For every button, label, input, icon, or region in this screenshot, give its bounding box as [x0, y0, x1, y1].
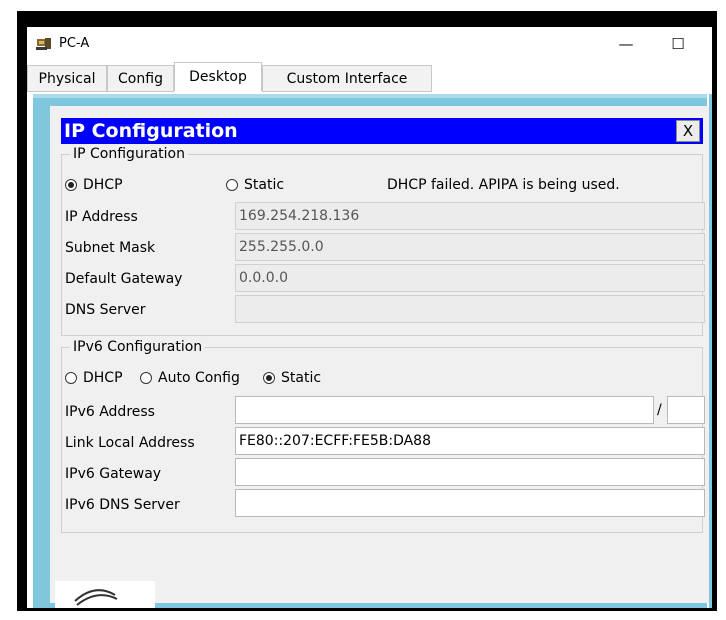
radio-selected-icon [263, 372, 275, 384]
radio-unselected-icon [65, 372, 77, 384]
pc-a-window: PC-A — ☐ Physical Config Desktop Custom … [27, 27, 712, 608]
default-gateway-label: Default Gateway [65, 271, 183, 287]
default-gateway-field[interactable]: 0.0.0.0 [235, 264, 705, 292]
tab-desktop[interactable]: Desktop [174, 62, 262, 91]
desktop-app-glyph [74, 589, 118, 606]
ipv4-static-label: Static [244, 177, 285, 193]
minimize-button[interactable]: — [612, 33, 640, 55]
ip-address-label: IP Address [65, 209, 138, 225]
ip-address-field[interactable]: 169.254.218.136 [235, 202, 705, 230]
pc-icon [36, 38, 51, 50]
ipv6-address-label: IPv6 Address [65, 404, 155, 420]
ipv4-dhcp-radio[interactable]: DHCP [65, 177, 123, 193]
dhcp-status-text: DHCP failed. APIPA is being used. [387, 177, 620, 193]
ipv6-static-radio[interactable]: Static [263, 370, 321, 386]
dns-server-field[interactable] [235, 295, 705, 323]
radio-unselected-icon [140, 372, 152, 384]
prefix-separator: / [657, 402, 662, 418]
radio-unselected-icon [226, 179, 238, 191]
link-local-address-field[interactable]: FE80::207:ECFF:FE5B:DA88 [235, 427, 705, 455]
ipv6-gateway-label: IPv6 Gateway [65, 466, 162, 482]
desktop-area: IP Configuration X IP Configuration DHCP… [33, 94, 712, 608]
tab-custom-interface[interactable]: Custom Interface [262, 65, 432, 92]
ip-configuration-dialog: IP Configuration X IP Configuration DHCP… [50, 106, 710, 603]
ipv6-config-group: IPv6 Configuration DHCP Auto Config Stat… [61, 338, 705, 533]
ipv4-static-radio[interactable]: Static [226, 177, 284, 193]
subnet-mask-label: Subnet Mask [65, 240, 156, 256]
dialog-close-button[interactable]: X [676, 120, 700, 142]
ipv6-prefix-length-field[interactable] [667, 396, 705, 424]
ipv4-group-legend: IP Configuration [70, 145, 188, 163]
desktop-right-edge [709, 94, 712, 608]
tab-bar: Physical Config Desktop Custom Interface [27, 62, 712, 94]
link-local-address-label: Link Local Address [65, 435, 195, 451]
dialog-titlebar: IP Configuration X [61, 118, 703, 144]
tab-config[interactable]: Config [107, 65, 174, 92]
ipv6-static-label: Static [281, 370, 322, 386]
ipv6-gateway-field[interactable] [235, 458, 705, 486]
ipv6-address-field[interactable] [235, 396, 654, 424]
ipv6-auto-config-label: Auto Config [158, 370, 240, 386]
ipv4-dhcp-label: DHCP [83, 177, 123, 193]
desktop-app-icon[interactable] [55, 581, 155, 608]
ipv6-dhcp-label: DHCP [83, 370, 123, 386]
radio-selected-icon [65, 179, 77, 191]
ipv6-dns-server-field[interactable] [235, 489, 705, 517]
ipv6-dhcp-radio[interactable]: DHCP [65, 370, 123, 386]
tab-physical[interactable]: Physical [27, 65, 107, 92]
window-title: PC-A [59, 36, 90, 51]
window-titlebar: PC-A — ☐ [27, 27, 712, 61]
ipv6-group-legend: IPv6 Configuration [70, 338, 206, 356]
ipv6-dns-server-label: IPv6 DNS Server [65, 497, 180, 513]
ipv6-auto-config-radio[interactable]: Auto Config [140, 370, 240, 386]
ipv4-config-group: IP Configuration DHCP Static DHCP failed… [61, 145, 705, 336]
desktop-top-strip [33, 94, 707, 98]
maximize-button[interactable]: ☐ [664, 33, 692, 55]
dns-server-label: DNS Server [65, 302, 146, 318]
subnet-mask-field[interactable]: 255.255.0.0 [235, 233, 705, 261]
dialog-title: IP Configuration [64, 120, 238, 142]
